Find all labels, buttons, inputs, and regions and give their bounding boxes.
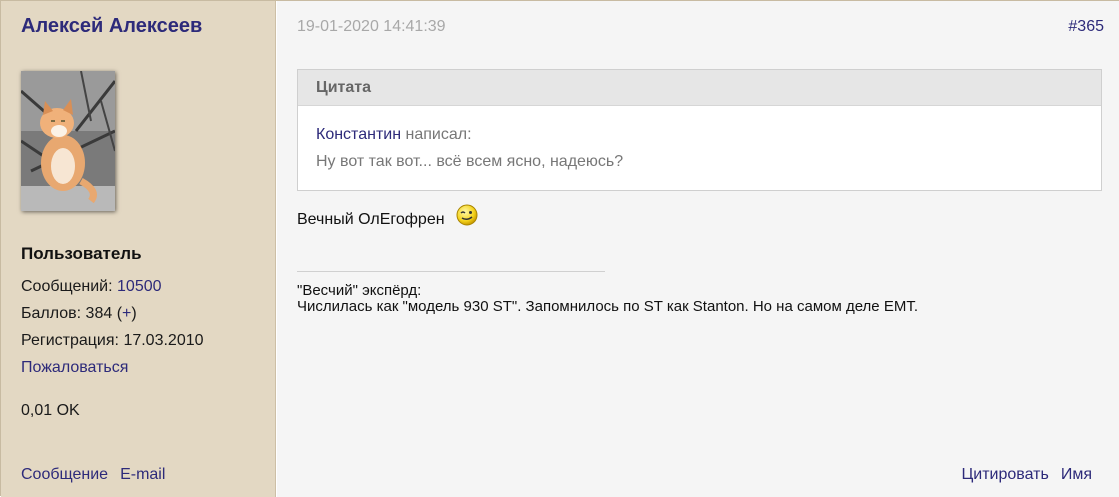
forum-post: Алексей Алексеев Пользователь Сообщений:… <box>0 0 1119 497</box>
signature-line-1: "Весчий" экспёрд: <box>297 282 422 299</box>
quote-block: Цитата Константин написал: Ну вот так во… <box>297 69 1102 191</box>
author-name[interactable]: Алексей Алексеев <box>21 15 202 38</box>
signature-line-2: Числилась как "модель 930 ST". Запомнило… <box>297 298 918 315</box>
user-status: 0,01 OK <box>21 402 80 419</box>
report-link[interactable]: Пожаловаться <box>21 359 128 377</box>
quote-author-link[interactable]: Константин <box>316 126 401 143</box>
registration-line: Регистрация: 17.03.2010 <box>21 332 204 350</box>
messages-label: Сообщений: <box>21 278 113 295</box>
wink-smiley-icon <box>455 204 479 231</box>
points-label: Баллов: <box>21 305 82 322</box>
author-sidebar: Алексей Алексеев Пользователь Сообщений:… <box>1 1 276 497</box>
post-footer-links: Цитировать Имя <box>961 466 1092 484</box>
quote-header: Цитата <box>298 70 1101 106</box>
signature: "Весчий" экспёрд: Числилась как "модель … <box>297 283 918 315</box>
post-body-text: Вечный ОлЕгофрен <box>297 211 445 228</box>
quote-text: Ну вот так вот... всё всем ясно, надеюсь… <box>316 153 624 170</box>
registration-date: 17.03.2010 <box>123 332 204 349</box>
points-line: Баллов: 384 (+) <box>21 305 137 323</box>
signature-divider <box>297 271 605 272</box>
cat-avatar-image <box>21 71 115 211</box>
post-body: Вечный ОлЕгофрен <box>297 204 479 231</box>
registration-label: Регистрация: <box>21 332 119 349</box>
quote-wrote-label: написал: <box>405 126 472 143</box>
user-rank: Пользователь <box>21 244 142 263</box>
quote-author-line: Константин написал: <box>316 126 472 144</box>
post-content: 19-01-2020 14:41:39 #365 Цитата Констант… <box>277 1 1119 497</box>
avatar <box>21 71 115 211</box>
quote-button[interactable]: Цитировать <box>961 466 1048 483</box>
messages-count-line: Сообщений: 10500 <box>21 278 162 296</box>
messages-count-link[interactable]: 10500 <box>117 278 162 295</box>
points-value: 384 <box>85 305 113 322</box>
points-plus-button[interactable]: + <box>122 305 131 322</box>
email-link[interactable]: E-mail <box>120 466 165 483</box>
author-footer-links: Сообщение E-mail <box>21 466 165 484</box>
post-number-link[interactable]: #365 <box>1068 18 1104 36</box>
points-paren-close: ) <box>131 305 137 322</box>
post-date: 19-01-2020 14:41:39 <box>297 18 446 35</box>
message-link[interactable]: Сообщение <box>21 466 108 483</box>
name-button[interactable]: Имя <box>1061 466 1092 483</box>
